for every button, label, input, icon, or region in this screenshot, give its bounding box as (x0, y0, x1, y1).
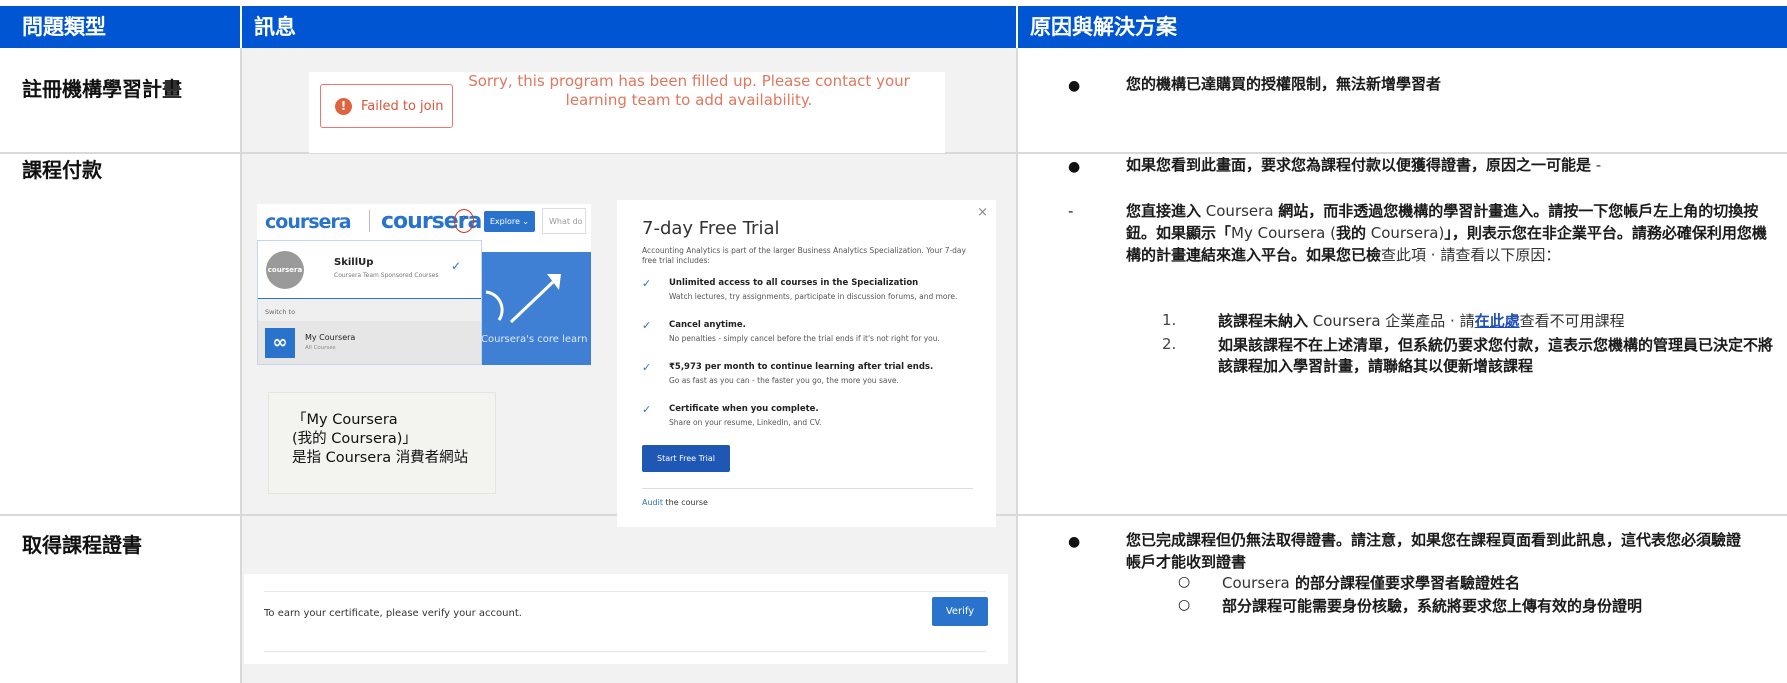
para-part: Coursera (1201, 202, 1279, 220)
solution-paragraph: 您直接進入 Coursera 網站，而非透過您機構的學習計畫進入。請按一下您帳戶… (1126, 200, 1778, 266)
check-icon: ✓ (642, 361, 652, 374)
program-full-message: Sorry, this program has been filled up. … (468, 72, 910, 109)
sub-item: Coursera 的部分課程僅要求學習者驗證姓名 (1222, 572, 1520, 594)
bullet-circle: ○ (1178, 597, 1191, 613)
item-part: 該課程未納入 (1218, 312, 1309, 330)
solution-text: 如果您看到此畫面，要求您為課程付款以便獲得證書，原因之一可能是 - (1126, 154, 1601, 176)
list-item: 如果該課程不在上述清單，但系統仍要求您付款，這表示您機構的管理員已決定不將該課程… (1218, 336, 1774, 375)
trial-intro: Accounting Analytics is part of the larg… (642, 246, 966, 265)
header-message: 訊息 (242, 6, 1016, 48)
bullet-dot: ● (1068, 159, 1081, 175)
solution-lead: 如果您看到此畫面，要求您為課程付款以便獲得證書，原因之一可能是 (1126, 156, 1592, 174)
list-item: 該課程未納入 Coursera 企業產品 · 請在此處查看不可用課程 (1218, 311, 1778, 332)
trial-title: 7-day Free Trial (642, 218, 780, 239)
error-icon: ! (335, 97, 352, 115)
list-number: 1. (1162, 311, 1177, 329)
check-icon: ✓ (642, 403, 652, 416)
audit-link[interactable]: Audit (642, 498, 663, 507)
sub-item: 部分課程可能需要身份核驗，系統將要求您上傳有效的身份證明 (1222, 597, 1643, 615)
para-part: My Coursera ( (1231, 224, 1336, 242)
row-label: 註冊機構學習計畫 (22, 77, 182, 101)
callout-line: 是指 Coursera 消費者網站 (292, 450, 469, 466)
solution-text: 您的機構已達購買的授權限制，無法新增學習者 (1126, 75, 1442, 93)
infinity-icon: ∞ (265, 328, 295, 358)
switch-to-label: Switch to (265, 308, 296, 316)
feature-subtext: Watch lectures, try assignments, partici… (669, 292, 958, 301)
header-solution: 原因與解決方案 (1018, 6, 1787, 48)
check-icon: ✓ (642, 319, 652, 332)
feature-subtext: Share on your resume, LinkedIn, and CV. (669, 418, 822, 427)
para-part: 查看以下原因： (1455, 246, 1561, 264)
current-account-item[interactable]: coursera SkillUp Coursera Team Sponsored… (258, 241, 481, 299)
skillup-avatar: coursera (266, 251, 304, 289)
account-name: SkillUp (334, 257, 374, 268)
row-label: 取得課程證書 (22, 533, 142, 557)
failed-to-join-label: Failed to join (361, 98, 444, 114)
row-label: 課程付款 (22, 158, 102, 182)
check-icon: ✓ (642, 277, 652, 290)
divider (264, 591, 986, 592)
failed-to-join-alert: ! Failed to join (320, 84, 453, 128)
item-part: 查看不可用課程 (1519, 312, 1625, 330)
para-part: 我的 (1335, 224, 1366, 242)
troubleshooting-table: 問題類型 訊息 原因與解決方案 註冊機構學習計畫 ! Failed to joi… (0, 0, 1787, 683)
bullet-dot: ● (1068, 534, 1081, 550)
sub-item-part: 的部分課程僅要求學習者驗證姓名 (1289, 574, 1520, 592)
close-icon[interactable]: × (977, 205, 988, 220)
my-coursera-callout: 「My Coursera (我的 Coursera)」 是指 Coursera … (268, 392, 496, 494)
divider (264, 651, 986, 652)
start-free-trial-button[interactable]: Start Free Trial (642, 445, 730, 472)
switch-account-item[interactable]: ∞ My Coursera All Courses (258, 321, 481, 364)
feature-heading: ₹5,973 per month to continue learning af… (669, 362, 934, 372)
verify-button[interactable]: Verify (932, 597, 988, 626)
bullet-dot: ● (1068, 78, 1081, 94)
failed-join-screenshot: ! Failed to join Sorry, this program has… (309, 72, 945, 153)
solution-lead-tail: - (1591, 156, 1602, 174)
modal-divider (642, 488, 973, 489)
feature-subtext: Go as fast as you can - the faster you g… (669, 376, 899, 385)
check-icon: ✓ (451, 259, 462, 273)
header-type: 問題類型 (0, 6, 240, 48)
para-part: 查此項 · 請 (1381, 246, 1456, 264)
search-input[interactable]: What do (542, 208, 586, 234)
hero-caption: Coursera's core learn (481, 334, 588, 345)
sub-item-part: Coursera (1222, 574, 1290, 592)
free-trial-modal: 7-day Free Trial × Accounting Analytics … (617, 200, 996, 527)
feature-subtext: No penalties - simply cancel before the … (669, 334, 940, 343)
item-part: Coursera (1308, 312, 1386, 330)
arrow-art-icon (485, 274, 561, 324)
unavailable-courses-link[interactable]: 在此處 (1475, 312, 1520, 330)
bullet-circle: ○ (1178, 574, 1191, 590)
explore-button[interactable]: Explore ⌄ (484, 211, 535, 232)
solution-text: 您已完成課程但仍無法取得證書。請注意，如果您在課程頁面看到此訊息，這代表您必須驗… (1126, 531, 1742, 571)
para-part: 您直接進入 (1126, 202, 1202, 220)
para-part: Coursera) (1365, 224, 1445, 242)
feature-heading: Cancel anytime. (669, 320, 746, 330)
logo-divider (369, 210, 370, 232)
feature-heading: Unlimited access to all courses in the S… (669, 278, 919, 288)
dash-marker: - (1068, 202, 1074, 220)
coursera-logo: coursera (265, 211, 352, 233)
audit-rest: the course (662, 498, 708, 507)
feature-heading: Certificate when you complete. (669, 404, 819, 414)
col-divider (1016, 48, 1018, 683)
alt-account-name: My Coursera (305, 333, 356, 342)
verify-message: To earn your certificate, please verify … (264, 608, 522, 619)
callout-line: 「My Coursera (292, 412, 398, 428)
verify-account-screenshot: To earn your certificate, please verify … (244, 574, 1008, 664)
account-subtitle: Coursera Team Sponsored Courses (334, 272, 439, 279)
account-switcher-dropdown: coursera SkillUp Coursera Team Sponsored… (257, 240, 482, 365)
audit-line: Audit the course (642, 498, 708, 507)
item-part: 企業產品 · 請 (1385, 312, 1475, 330)
switcher-chevron-icon[interactable]: ⌃ (454, 209, 474, 233)
hero-art: Coursera's core learn (481, 252, 591, 365)
alt-account-subtitle: All Courses (305, 345, 336, 351)
callout-line: (我的 Coursera)」 (292, 431, 417, 447)
list-number: 2. (1162, 335, 1177, 353)
